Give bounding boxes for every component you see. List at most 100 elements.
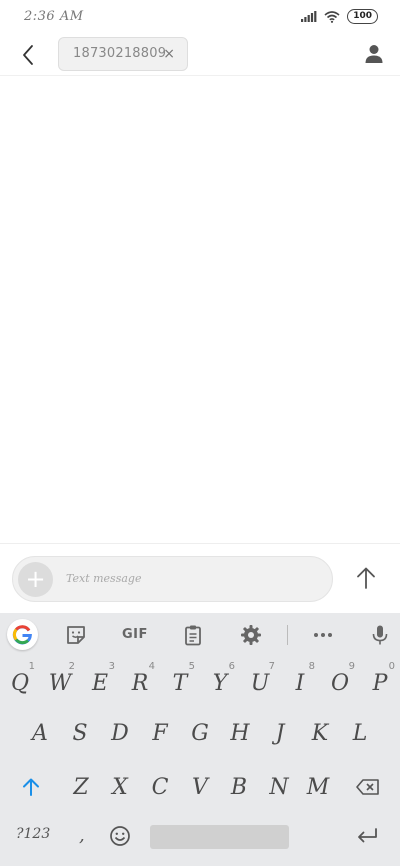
key-label: H: [230, 720, 250, 746]
conversation-header: 18730218809 ×: [0, 34, 400, 76]
key-e[interactable]: E3: [80, 661, 120, 705]
key-s[interactable]: S: [60, 711, 100, 755]
key-hint: 6: [228, 661, 235, 672]
comma-key[interactable]: ,: [79, 825, 85, 846]
plus-glyph: +: [25, 564, 46, 593]
key-label: J: [275, 720, 285, 746]
emoji-icon[interactable]: [109, 825, 131, 847]
shift-arrow-icon: [23, 778, 39, 796]
google-g-icon[interactable]: [7, 619, 38, 650]
key-z[interactable]: Z: [61, 765, 101, 809]
key-label: Z: [73, 774, 89, 800]
key-n[interactable]: N: [259, 765, 299, 809]
gif-button[interactable]: GIF: [122, 627, 148, 642]
key-y[interactable]: Y6: [200, 661, 240, 705]
key-o[interactable]: O9: [320, 661, 360, 705]
key-m[interactable]: M: [298, 765, 338, 809]
key-label: R: [131, 670, 149, 696]
key-h[interactable]: H: [220, 711, 260, 755]
settings-gear-icon[interactable]: [240, 624, 262, 646]
symbols-key[interactable]: ?123: [16, 826, 50, 842]
key-label: D: [111, 720, 129, 746]
status-icons: 100: [301, 9, 378, 24]
clipboard-icon[interactable]: [182, 624, 204, 646]
key-label: N: [269, 774, 289, 800]
send-arrow-icon[interactable]: [356, 567, 376, 589]
key-v[interactable]: V: [180, 765, 220, 809]
key-label: T: [172, 670, 188, 696]
key-i[interactable]: I8: [280, 661, 320, 705]
key-c[interactable]: C: [140, 765, 180, 809]
backspace-key[interactable]: [348, 765, 388, 809]
key-hint: 7: [268, 661, 275, 672]
status-bar: 2:36 AM 100: [0, 0, 400, 34]
key-label: B: [230, 774, 248, 800]
key-hint: 4: [148, 661, 155, 672]
key-label: K: [311, 720, 329, 746]
key-label: M: [306, 774, 330, 800]
key-d[interactable]: D: [100, 711, 140, 755]
key-hint: 3: [108, 661, 115, 672]
compose-bar: + Text message: [0, 543, 400, 613]
battery-icon: 100: [347, 9, 378, 24]
shift-key[interactable]: [11, 765, 51, 809]
key-label: L: [352, 720, 368, 746]
key-label: X: [112, 774, 128, 800]
key-g[interactable]: G: [180, 711, 220, 755]
key-t[interactable]: T5: [160, 661, 200, 705]
key-label: S: [72, 720, 88, 746]
signal-icon: [301, 11, 317, 22]
key-a[interactable]: A: [20, 711, 60, 755]
key-label: O: [330, 670, 350, 696]
wifi-icon: [324, 10, 340, 23]
status-time: 2:36 AM: [24, 9, 84, 24]
contact-person-icon[interactable]: [362, 42, 386, 66]
key-x[interactable]: X: [100, 765, 140, 809]
key-u[interactable]: U7: [240, 661, 280, 705]
backspace-icon: [356, 779, 379, 795]
key-label: Y: [212, 670, 228, 696]
toolbar-divider: [287, 625, 288, 645]
key-j[interactable]: J: [260, 711, 300, 755]
microphone-icon[interactable]: [369, 624, 391, 646]
key-label: Q: [10, 670, 30, 696]
key-k[interactable]: K: [300, 711, 340, 755]
key-label: F: [152, 720, 168, 746]
remove-recipient-icon[interactable]: ×: [163, 46, 175, 62]
message-input[interactable]: + Text message: [12, 556, 333, 602]
key-p[interactable]: P0: [360, 661, 400, 705]
recipient-chip[interactable]: 18730218809 ×: [58, 37, 188, 71]
key-r[interactable]: R4: [120, 661, 160, 705]
key-label: I: [295, 670, 305, 696]
soft-keyboard: GIF Q1 W2 E3 R 4 T 5 Y 6 U 7 I 8 O 9 P 0…: [0, 613, 400, 866]
key-hint: 2: [68, 661, 75, 672]
key-label: U: [250, 670, 270, 696]
key-w[interactable]: W2: [40, 661, 80, 705]
sticker-icon[interactable]: [65, 624, 87, 646]
recipient-number: 18730218809: [73, 46, 167, 61]
key-label: P: [372, 670, 388, 696]
key-label: C: [151, 774, 169, 800]
key-label: A: [32, 720, 48, 746]
enter-icon[interactable]: [356, 828, 378, 844]
more-dots-icon[interactable]: [312, 624, 334, 646]
key-label: W: [48, 670, 72, 696]
key-hint: 5: [188, 661, 195, 672]
key-b[interactable]: B: [219, 765, 259, 809]
key-hint: 1: [28, 661, 35, 672]
key-q[interactable]: Q1: [0, 661, 40, 705]
message-placeholder: Text message: [66, 572, 142, 585]
key-f[interactable]: F: [140, 711, 180, 755]
key-hint: 8: [308, 661, 315, 672]
key-hint: 0: [388, 661, 395, 672]
key-hint: 9: [348, 661, 355, 672]
back-arrow-icon[interactable]: [17, 43, 41, 67]
message-list: [0, 76, 400, 543]
key-label: E: [91, 670, 109, 696]
keyboard-toolbar: GIF: [0, 613, 400, 656]
add-attachment-icon[interactable]: +: [18, 562, 53, 597]
spacebar[interactable]: [150, 825, 289, 849]
key-l[interactable]: L: [340, 711, 380, 755]
key-label: V: [192, 774, 208, 800]
key-label: G: [191, 720, 209, 746]
